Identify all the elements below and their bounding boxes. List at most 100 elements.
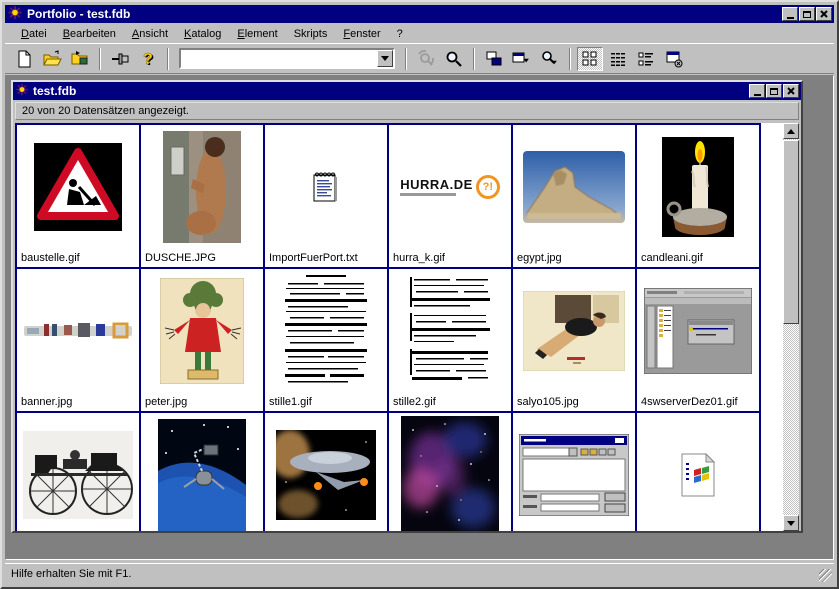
thumbnail-grid: baustelle.gif DUSCHE.JPG ImportFuerPort.… bbox=[15, 123, 761, 531]
find-icon bbox=[444, 49, 464, 69]
mdi-client-area: test.fdb 20 von 20 Datensätzen angezeigt… bbox=[5, 75, 834, 560]
thumbnail-cell-dialog[interactable] bbox=[513, 413, 637, 531]
hurra-logo-badge: ?! bbox=[476, 175, 500, 199]
catalog-title-bar[interactable]: test.fdb bbox=[13, 82, 801, 100]
catalog-icon bbox=[15, 83, 29, 99]
list-view-icon bbox=[608, 49, 628, 69]
window-title: Portfolio - test.fdb bbox=[27, 7, 778, 21]
menu-ansicht[interactable]: Ansicht bbox=[124, 26, 176, 42]
menu-element[interactable]: Element bbox=[229, 26, 285, 42]
app-screenshot-image bbox=[644, 288, 752, 374]
menu-skripts[interactable]: Skripts bbox=[286, 26, 336, 42]
file-name: peter.jpg bbox=[145, 396, 187, 408]
struwwelpeter-image bbox=[160, 278, 244, 384]
thumbnail-cell-hurra[interactable]: HURRA.DE ?! hurra_k.gif bbox=[389, 125, 513, 269]
file-name: 4swserverDez01.gif bbox=[641, 396, 738, 408]
thumbnail-cell-nebula[interactable] bbox=[389, 413, 513, 531]
thumbnail-cell-importfuerport[interactable]: ImportFuerPort.txt bbox=[265, 125, 389, 269]
find-again-icon-disabled bbox=[416, 49, 436, 69]
close-button[interactable] bbox=[816, 7, 832, 21]
file-name: egypt.jpg bbox=[517, 252, 562, 264]
app-icon bbox=[7, 5, 23, 23]
open-folder-icon bbox=[42, 49, 62, 69]
maximize-button[interactable] bbox=[799, 7, 815, 21]
thumbnail-cell-salyo[interactable]: salyo105.jpg bbox=[513, 269, 637, 413]
find-again-button bbox=[413, 47, 439, 71]
record-status-text: 20 von 20 Datensätzen angezeigt. bbox=[22, 105, 189, 117]
record-view-button[interactable] bbox=[633, 47, 659, 71]
thumbnail-cell-banner[interactable]: banner.jpg bbox=[17, 269, 141, 413]
catalog-maximize-button[interactable] bbox=[766, 84, 782, 98]
thumbnail-cell-satellite[interactable] bbox=[141, 413, 265, 531]
add-to-catalog-button[interactable] bbox=[67, 47, 93, 71]
menu-datei[interactable]: Datei bbox=[13, 26, 55, 42]
scroll-down-button[interactable] bbox=[783, 515, 799, 531]
toolbar-separator bbox=[473, 48, 475, 70]
file-name: DUSCHE.JPG bbox=[145, 252, 216, 264]
thumbnail-cell-candleani[interactable]: candleani.gif bbox=[637, 125, 761, 269]
close-icon bbox=[820, 10, 828, 18]
toolbar-separator bbox=[569, 48, 571, 70]
close-icon bbox=[787, 87, 795, 95]
keyword-input[interactable] bbox=[181, 50, 377, 67]
thumbnail-cell-peter[interactable]: peter.jpg bbox=[141, 269, 265, 413]
menu-bar: Datei Bearbeiten Ansicht Katalog Element… bbox=[5, 24, 834, 43]
arrow-up-icon bbox=[787, 125, 795, 134]
thumbnail-cell-4swserver[interactable]: 4swserverDez01.gif bbox=[637, 269, 761, 413]
menu-hilfe[interactable]: ? bbox=[389, 26, 411, 42]
gallery-button[interactable] bbox=[481, 47, 507, 71]
thumbnail-view-button[interactable] bbox=[577, 47, 603, 71]
file-name: salyo105.jpg bbox=[517, 396, 579, 408]
scroll-up-button[interactable] bbox=[783, 123, 799, 139]
thumbnail-cell-baustelle[interactable]: baustelle.gif bbox=[17, 125, 141, 269]
thumbnail-cell-car[interactable] bbox=[17, 413, 141, 531]
arrange-menu-button[interactable] bbox=[509, 47, 535, 71]
zoom-menu-button[interactable] bbox=[537, 47, 563, 71]
main-title-bar[interactable]: Portfolio - test.fdb bbox=[5, 5, 834, 23]
help-button[interactable]: ?? bbox=[135, 47, 161, 71]
keyword-combobox[interactable] bbox=[179, 48, 395, 69]
thumbnail-cell-enterprise[interactable] bbox=[265, 413, 389, 531]
catalog-window-title: test.fdb bbox=[33, 84, 745, 98]
vertical-scrollbar[interactable] bbox=[783, 123, 799, 531]
pin-button[interactable] bbox=[107, 47, 133, 71]
menu-katalog[interactable]: Katalog bbox=[176, 26, 229, 42]
record-status-bar: 20 von 20 Datensätzen angezeigt. bbox=[15, 102, 799, 120]
zoom-menu-icon bbox=[539, 49, 561, 69]
gallery-windows-icon bbox=[484, 49, 504, 69]
help-icon: ?? bbox=[138, 49, 158, 69]
list-view-button[interactable] bbox=[605, 47, 631, 71]
catalog-minimize-button[interactable] bbox=[749, 84, 765, 98]
close-gallery-button[interactable] bbox=[661, 47, 687, 71]
combo-dropdown-button[interactable] bbox=[377, 50, 393, 67]
nebula-image bbox=[401, 416, 499, 531]
thumbnail-cell-document[interactable] bbox=[637, 413, 761, 531]
resize-grip[interactable] bbox=[819, 569, 832, 582]
status-bar: Hilfe erhalten Sie mit F1. bbox=[5, 563, 834, 584]
catalog-close-button[interactable] bbox=[783, 84, 799, 98]
antique-car-image bbox=[19, 425, 137, 525]
thumbnail-cell-egypt[interactable]: egypt.jpg bbox=[513, 125, 637, 269]
record-view-icon bbox=[636, 49, 656, 69]
thumbnail-cell-stille2[interactable]: stille2.gif bbox=[389, 269, 513, 413]
scrollbar-thumb[interactable] bbox=[783, 140, 799, 324]
thumbnail-cell-stille1[interactable]: stille1.gif bbox=[265, 269, 389, 413]
find-button[interactable] bbox=[441, 47, 467, 71]
new-catalog-button[interactable] bbox=[11, 47, 37, 71]
file-name: hurra_k.gif bbox=[393, 252, 445, 264]
shower-photo-image bbox=[163, 131, 241, 243]
status-help-text: Hilfe erhalten Sie mit F1. bbox=[11, 568, 131, 580]
thumbnail-cell-dusche[interactable]: DUSCHE.JPG bbox=[141, 125, 265, 269]
satellite-image bbox=[158, 419, 246, 531]
thumbnail-view-icon bbox=[580, 49, 600, 69]
minimize-button[interactable] bbox=[782, 7, 798, 21]
sheet-music-image bbox=[404, 271, 496, 391]
file-name: stille1.gif bbox=[269, 396, 312, 408]
menu-bearbeiten[interactable]: Bearbeiten bbox=[55, 26, 124, 42]
open-catalog-button[interactable] bbox=[39, 47, 65, 71]
construction-sign-image bbox=[34, 143, 122, 231]
toolbar: ?? bbox=[5, 43, 834, 74]
menu-fenster[interactable]: Fenster bbox=[335, 26, 388, 42]
file-name: candleani.gif bbox=[641, 252, 703, 264]
starship-image bbox=[276, 430, 376, 520]
